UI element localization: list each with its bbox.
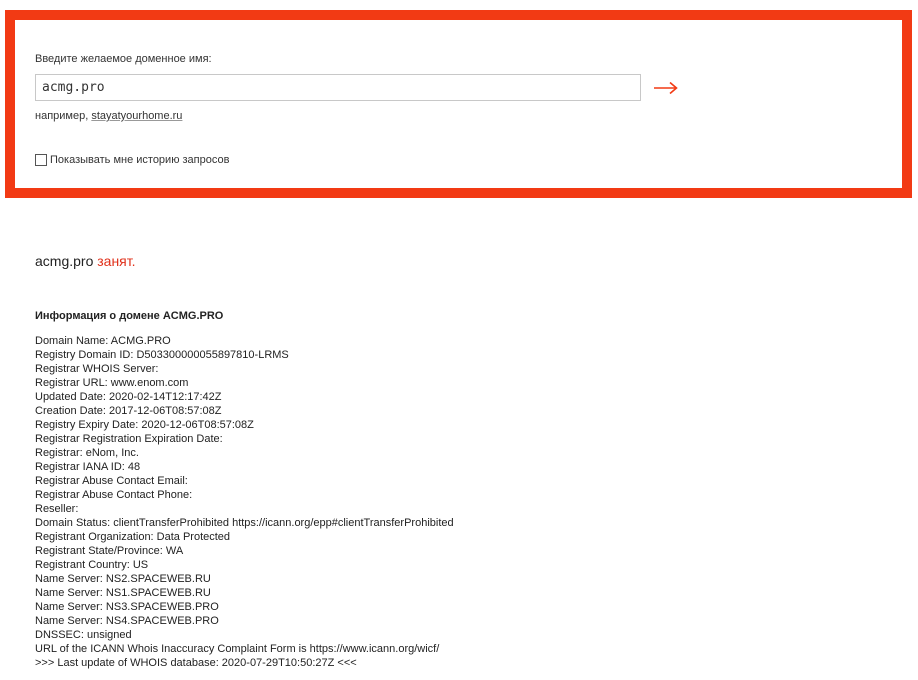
history-option[interactable]: Показывать мне историю запросов [35, 154, 229, 166]
whois-line: Domain Name: ACMG.PRO [35, 335, 171, 347]
whois-line: Registrant State/Province: WA [35, 545, 184, 557]
whois-line: Registrant Country: US [35, 559, 149, 571]
status-badge: занят. [97, 253, 136, 269]
whois-line: DNSSEC: unsigned [35, 629, 132, 641]
whois-line: URL of the ICANN Whois Inaccuracy Compla… [35, 643, 440, 655]
whois-line: Registry Domain ID: D503300000055897810-… [35, 349, 289, 361]
domain-input-label: Введите желаемое доменное имя: [35, 53, 212, 65]
whois-line: Name Server: NS1.SPACEWEB.RU [35, 587, 211, 599]
whois-line: Registrar IANA ID: 48 [35, 461, 141, 473]
whois-line: Registrar Abuse Contact Email: [35, 475, 188, 487]
history-checkbox[interactable] [35, 154, 47, 166]
whois-line: >>> Last update of WHOIS database: 2020-… [35, 657, 357, 669]
whois-line: Name Server: NS4.SPACEWEB.PRO [35, 615, 219, 627]
example-hint: например, stayatyourhome.ru [35, 110, 182, 122]
domain-search-panel: Введите желаемое доменное имя: например,… [5, 10, 912, 198]
whois-line: Updated Date: 2020-02-14T12:17:42Z [35, 391, 222, 403]
whois-line: Domain Status: clientTransferProhibited … [35, 517, 454, 529]
whois-title: Информация о домене ACMG.PRO [35, 310, 224, 322]
whois-line: Registrar URL: www.enom.com [35, 377, 189, 389]
whois-line: Creation Date: 2017-12-06T08:57:08Z [35, 405, 222, 417]
whois-line: Registry Expiry Date: 2020-12-06T08:57:0… [35, 419, 254, 431]
example-prefix: например, [35, 110, 92, 122]
history-label[interactable]: Показывать мне историю запросов [50, 154, 229, 166]
whois-line: Registrar: eNom, Inc. [35, 447, 139, 459]
whois-line: Registrar Registration Expiration Date: [35, 433, 223, 445]
domain-input[interactable] [35, 74, 641, 101]
whois-line: Registrant Organization: Data Protected [35, 531, 231, 543]
whois-line: Name Server: NS2.SPACEWEB.RU [35, 573, 211, 585]
whois-line: Registrar WHOIS Server: [35, 363, 159, 375]
whois-record: Domain Name: ACMG.PRO Registry Domain ID:… [35, 334, 454, 670]
domain-status: acmg.pro занят. [35, 253, 136, 269]
result-domain: acmg.pro [35, 253, 94, 269]
whois-line: Registrar Abuse Contact Phone: [35, 489, 193, 501]
arrow-right-icon[interactable] [653, 76, 679, 100]
whois-line: Name Server: NS3.SPACEWEB.PRO [35, 601, 219, 613]
example-domain-link[interactable]: stayatyourhome.ru [91, 110, 182, 122]
whois-line: Reseller: [35, 503, 79, 515]
